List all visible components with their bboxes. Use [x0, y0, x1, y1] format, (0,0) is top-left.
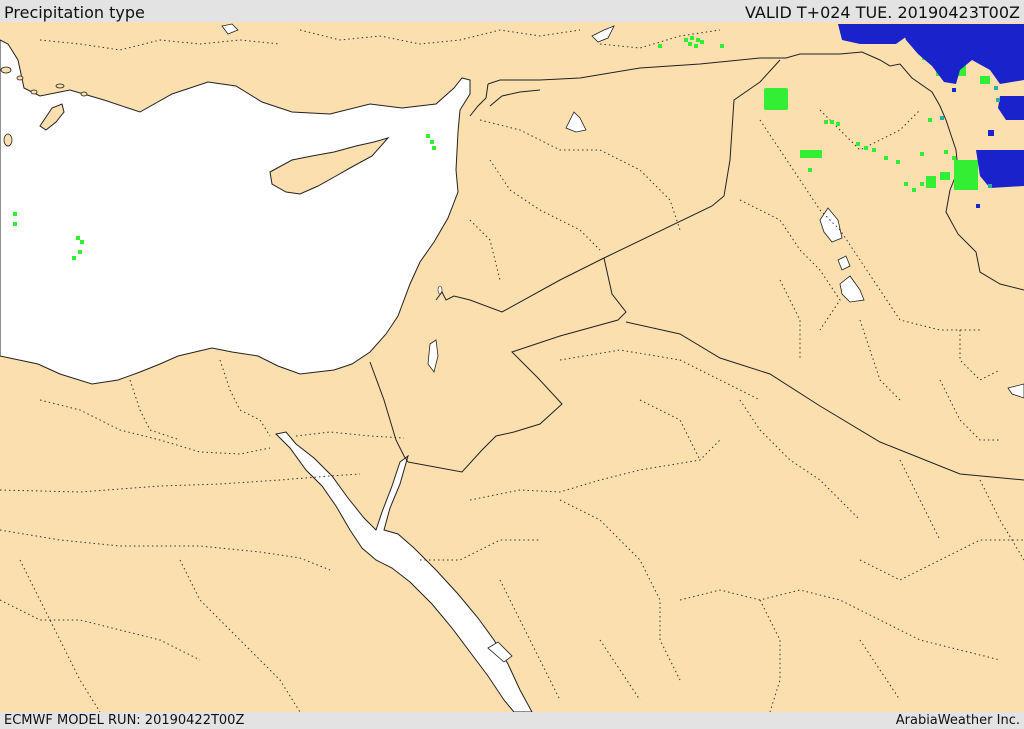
credit-label: ArabiaWeather Inc. [895, 713, 1020, 728]
header-bar: Precipitation type VALID T+024 TUE. 2019… [0, 0, 1024, 22]
footer-bar: ECMWF MODEL RUN: 20190422T00Z ArabiaWeat… [0, 712, 1024, 729]
precipitation-map [0, 22, 1024, 712]
map-canvas [0, 22, 1024, 712]
model-run-label: ECMWF MODEL RUN: 20190422T00Z [4, 713, 245, 728]
valid-time-label: VALID T+024 TUE. 20190423T00Z [744, 3, 1020, 22]
map-title: Precipitation type [4, 3, 145, 22]
